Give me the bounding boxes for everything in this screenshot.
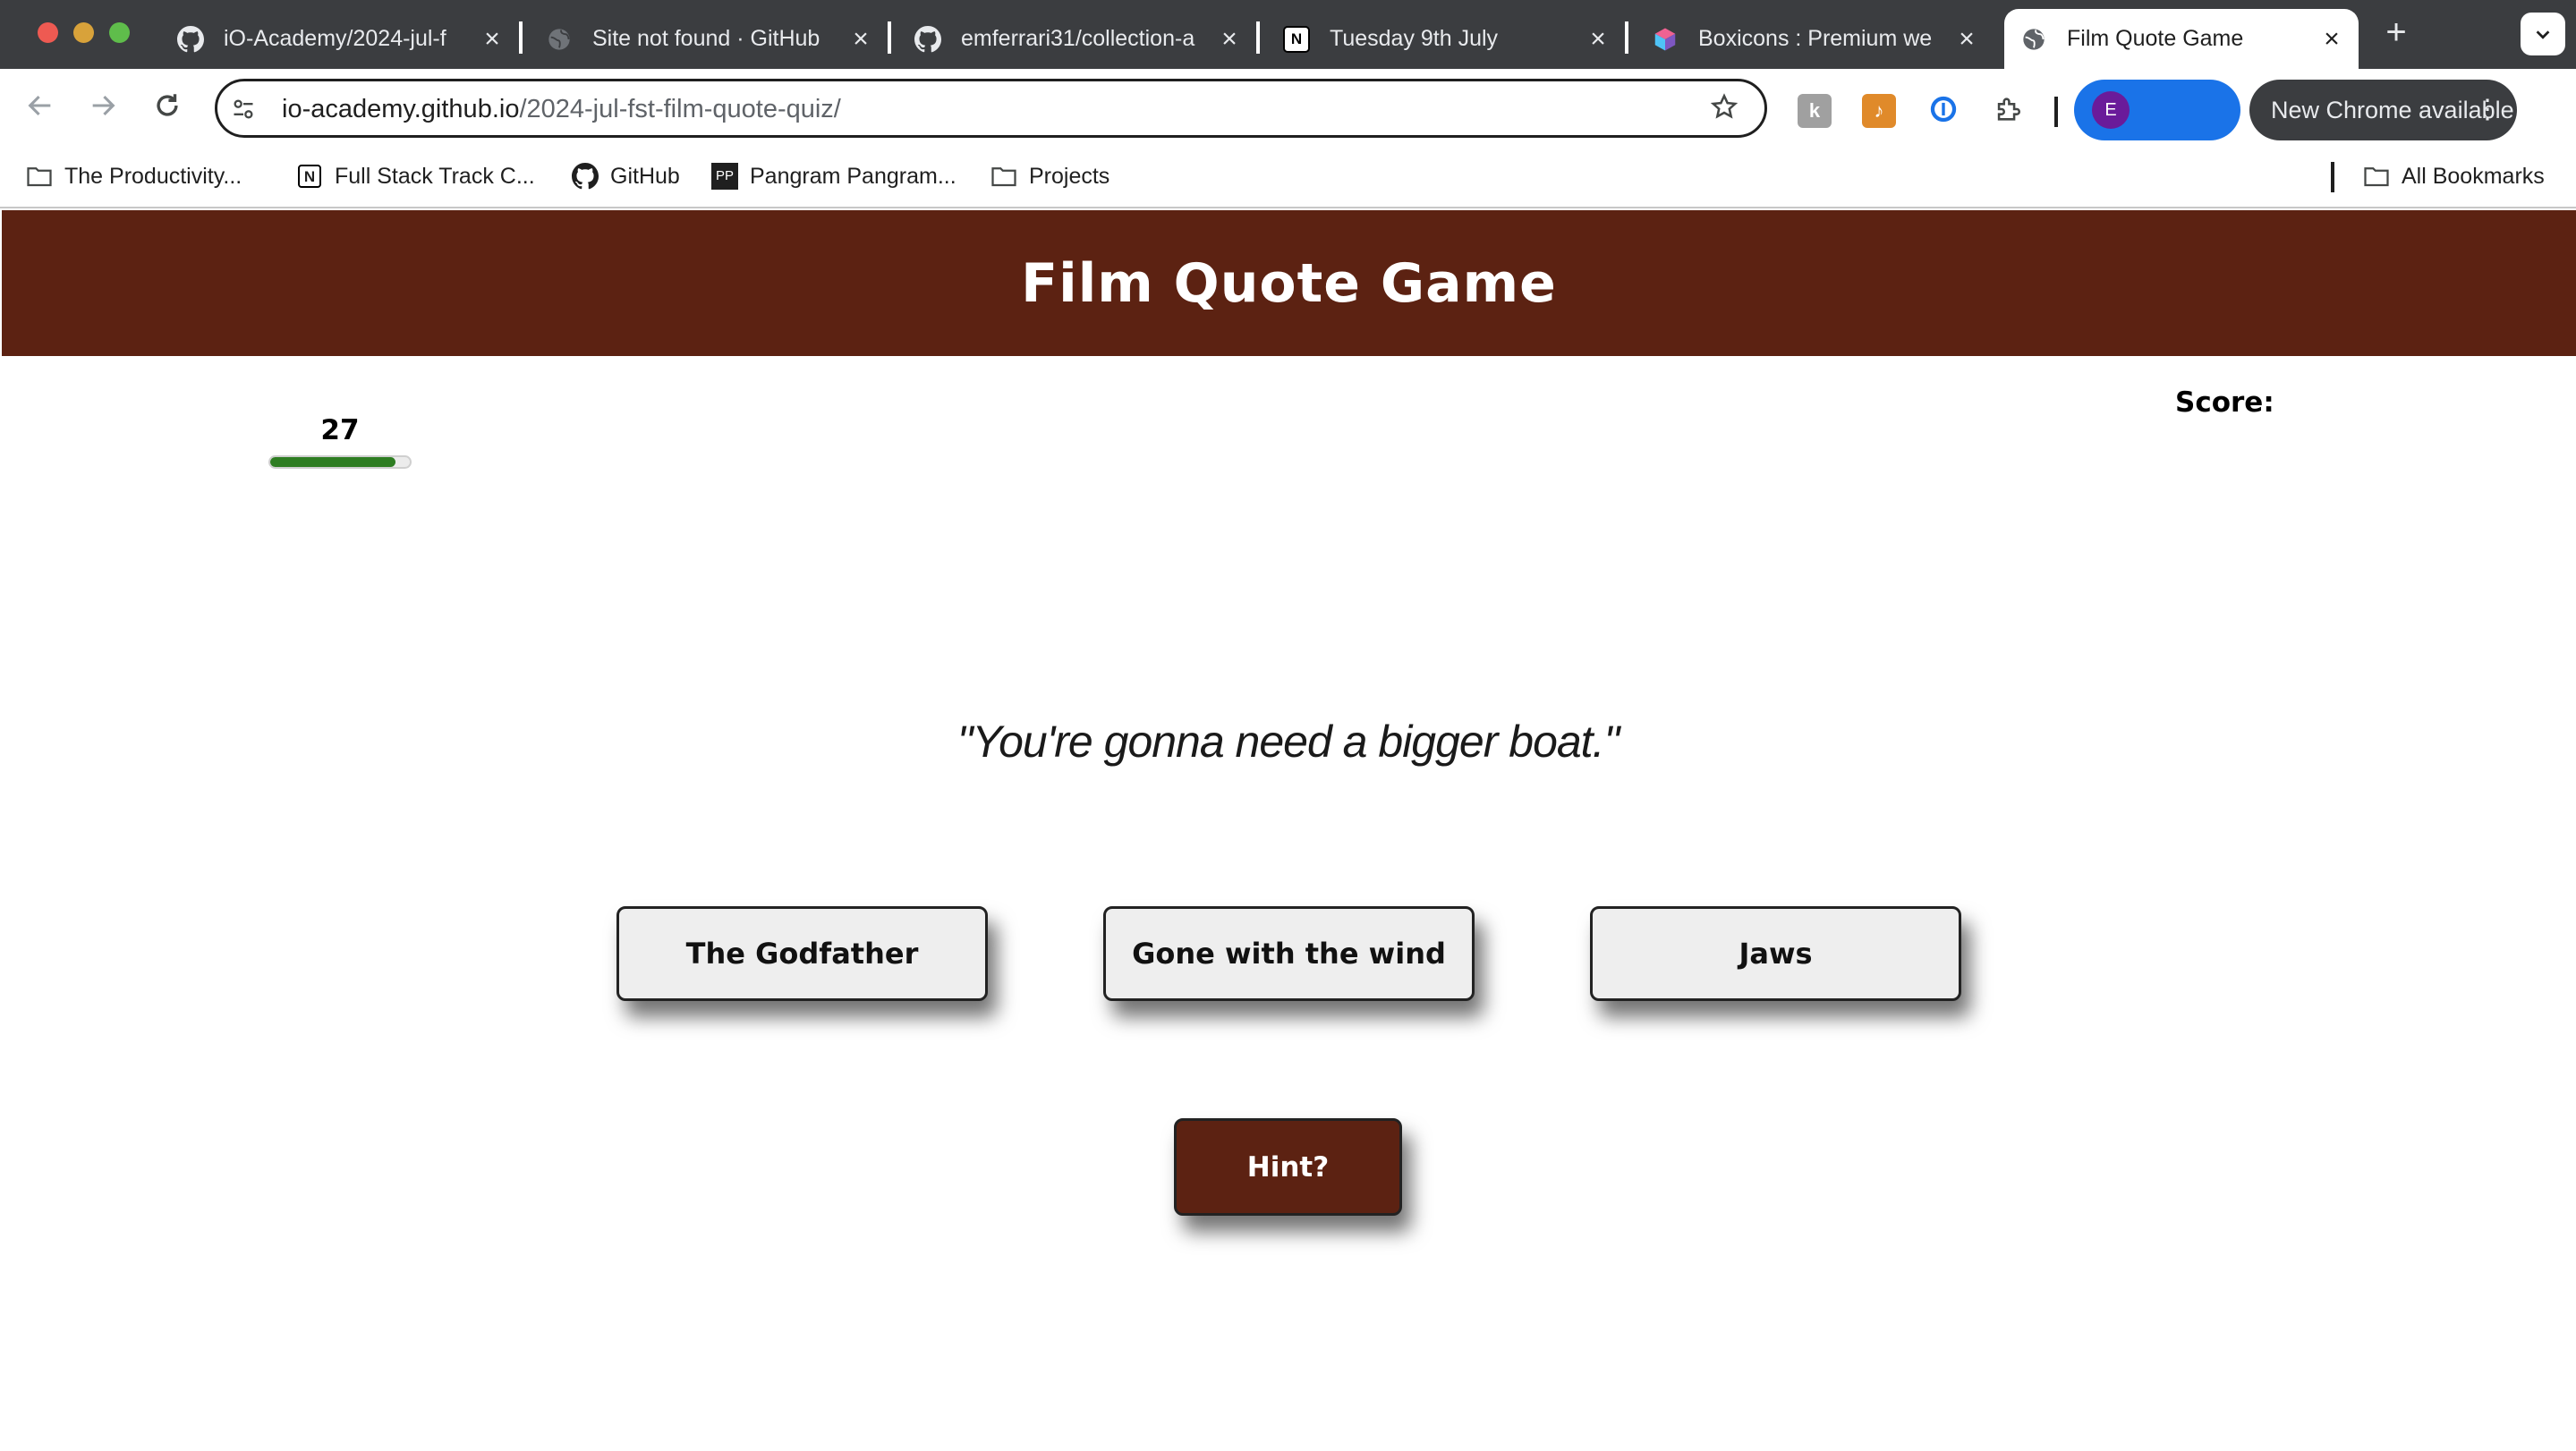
chevron-down-icon — [2536, 30, 2550, 39]
puzzle-extensions-icon[interactable] — [1991, 94, 2025, 128]
tab-tuesday-notion[interactable]: N Tuesday 9th July × — [1267, 9, 1628, 69]
tab-strip: iO-Academy/2024-jul-f × Site not found ·… — [0, 0, 2576, 69]
bookmark-label: Full Stack Track C... — [335, 163, 535, 189]
url-host: io-academy.github.io — [282, 95, 520, 123]
tab-separator — [1256, 21, 1260, 54]
boxicons-icon — [1652, 26, 1679, 53]
arrow-right-icon — [92, 95, 115, 116]
bookmark-github[interactable]: GitHub — [571, 162, 680, 191]
close-icon[interactable]: × — [1582, 24, 1614, 55]
close-window-button[interactable] — [38, 22, 58, 43]
tab-search-button[interactable] — [2521, 13, 2565, 55]
address-bar[interactable]: io-academy.github.io/2024-jul-fst-film-q… — [215, 79, 1767, 138]
tab-title: emferrari31/collection-a — [961, 26, 1195, 51]
browser-toolbar: io-academy.github.io/2024-jul-fst-film-q… — [0, 69, 2576, 148]
minimize-window-button[interactable] — [73, 22, 94, 43]
tab-separator — [1625, 21, 1628, 54]
site-info-icon[interactable] — [230, 97, 257, 122]
github-icon — [914, 25, 941, 53]
bookmark-pangram[interactable]: PP Pangram Pangram... — [710, 162, 956, 191]
tab-title: Film Quote Game — [2067, 26, 2244, 51]
more-menu-icon[interactable]: ⋮ — [2474, 80, 2501, 140]
close-icon[interactable]: × — [845, 24, 877, 55]
forward-button[interactable] — [84, 90, 122, 128]
url-path: /2024-jul-fst-film-quote-quiz/ — [519, 95, 841, 123]
bookmark-label: Pangram Pangram... — [750, 163, 956, 189]
tab-site-not-found[interactable]: Site not found · GitHub × — [530, 9, 891, 69]
answer-button-1[interactable]: The Godfather — [616, 906, 988, 1001]
close-icon[interactable]: × — [1951, 24, 1983, 55]
close-icon[interactable]: × — [1213, 24, 1245, 55]
github-icon — [571, 162, 599, 191]
all-bookmarks-button[interactable]: All Bookmarks — [2362, 162, 2545, 191]
back-button[interactable] — [21, 90, 59, 128]
tab-title: Tuesday 9th July — [1330, 26, 1499, 51]
bookmark-label: GitHub — [610, 163, 680, 189]
tab-title: iO-Academy/2024-jul-f — [224, 26, 446, 51]
answer-button-3[interactable]: Jaws — [1590, 906, 1961, 1001]
timer-countdown: 27 — [320, 414, 360, 446]
tab-title: Site not found · GitHub — [592, 26, 820, 51]
film-quote: "You're gonna need a bigger boat." — [956, 717, 1620, 767]
notion-icon: N — [295, 162, 324, 191]
extension-icon-orange[interactable]: ♪ — [1862, 94, 1896, 128]
tab-emferrari31[interactable]: emferrari31/collection-a × — [898, 9, 1260, 69]
bookmark-star-icon[interactable] — [1709, 92, 1739, 131]
bookmark-label: The Productivity... — [64, 163, 242, 189]
profile-button[interactable]: E — [2074, 80, 2240, 140]
page-title: Film Quote Game — [1021, 251, 1557, 315]
extension-icon-grey[interactable]: k — [1798, 94, 1832, 128]
close-icon[interactable]: × — [476, 24, 508, 55]
pangram-icon: PP — [710, 162, 739, 191]
arrow-left-icon — [28, 95, 51, 116]
bookmark-label: All Bookmarks — [2402, 163, 2545, 189]
timer-progress-fill — [270, 457, 396, 467]
tab-separator — [519, 21, 523, 54]
tab-title: Boxicons : Premium we — [1698, 26, 1933, 51]
globe-icon — [2020, 26, 2047, 53]
timer-progress-bar — [268, 455, 412, 469]
hint-button[interactable]: Hint? — [1174, 1118, 1402, 1216]
score-label: Score: — [2175, 386, 2274, 419]
bookmark-full-stack-track[interactable]: N Full Stack Track C... — [295, 162, 535, 191]
page-header: Film Quote Game — [2, 210, 2576, 356]
notion-badge: N — [298, 165, 321, 188]
reload-icon — [157, 94, 178, 116]
github-icon — [177, 25, 204, 53]
globe-icon — [546, 26, 573, 53]
password-manager-icon[interactable] — [1926, 94, 1960, 128]
toolbar-divider — [2054, 97, 2058, 127]
maximize-window-button[interactable] — [109, 22, 130, 43]
folder-icon — [990, 162, 1018, 191]
tab-boxicons[interactable]: Boxicons : Premium we × — [1636, 9, 1994, 69]
bookmark-projects[interactable]: Projects — [990, 162, 1109, 191]
avatar: E — [2092, 91, 2130, 129]
tab-io-academy[interactable]: iO-Academy/2024-jul-f × — [161, 9, 523, 69]
bookmark-label: Projects — [1029, 163, 1110, 189]
notion-icon: N — [1283, 25, 1310, 53]
new-chrome-available-button[interactable]: New Chrome available ⋮ — [2249, 80, 2517, 140]
bookmarks-bar: The Productivity... N Full Stack Track C… — [0, 148, 2576, 208]
bookmarks-divider — [2331, 162, 2334, 192]
pangram-badge: PP — [711, 163, 738, 190]
reload-button[interactable] — [149, 90, 186, 128]
bookmark-productivity[interactable]: The Productivity... — [25, 162, 242, 191]
tab-separator — [888, 21, 891, 54]
url-text: io-academy.github.io/2024-jul-fst-film-q… — [282, 95, 841, 124]
new-tab-button[interactable]: + — [2376, 13, 2417, 54]
close-icon[interactable]: × — [2316, 24, 2348, 55]
folder-icon — [2362, 162, 2391, 191]
folder-icon — [25, 162, 54, 191]
tab-film-quote-game[interactable]: Film Quote Game × — [2004, 9, 2359, 69]
answer-button-2[interactable]: Gone with the wind — [1103, 906, 1475, 1001]
